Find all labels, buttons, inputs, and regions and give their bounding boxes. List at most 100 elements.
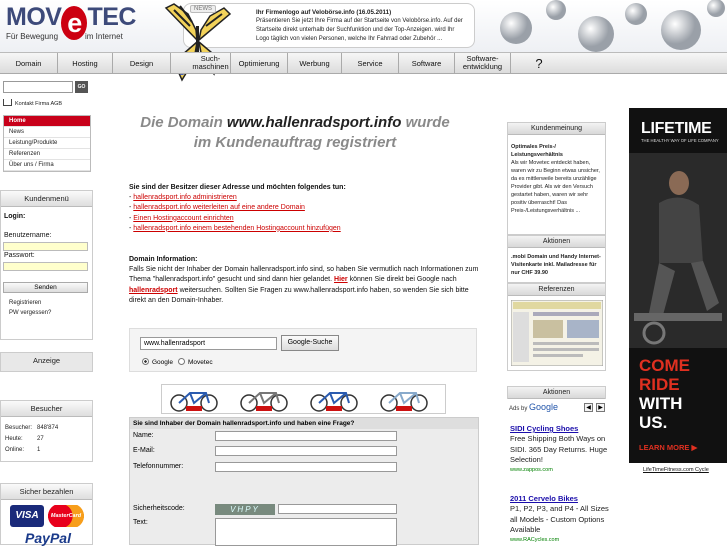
nav-werbung[interactable]: Werbung (288, 53, 342, 74)
menu-item-leistung[interactable]: Leistung/Produkte (4, 138, 90, 149)
link-hosting-einrichten[interactable]: Einen Hostingaccount einrichten (133, 215, 233, 222)
lifetime-line-1: COME (639, 356, 690, 375)
contact-form-title: Sie sind Inhaber der Domain hallenradspo… (130, 418, 478, 429)
google-search-input[interactable]: www.hallenradsport (140, 337, 277, 350)
online-value: 1 (37, 447, 41, 453)
link-administrieren[interactable]: hallenradsport.info administrieren (133, 194, 237, 201)
cyclist-photo (629, 153, 727, 348)
nav-domain[interactable]: Domain (0, 53, 58, 74)
ad-1-title[interactable]: SIDI Cycling Shoes (510, 424, 610, 434)
login-send-button[interactable]: Senden (3, 282, 88, 293)
lifetime-headline: COME RIDE WITH US. (639, 356, 690, 432)
referenzen-screenshot[interactable] (511, 300, 603, 366)
kundenmenu-title: Kundenmenü (1, 191, 92, 207)
online-label: Online: (5, 447, 25, 453)
page-headline: Die Domain www.hallenradsport.info wurde… (130, 113, 460, 153)
nav-software[interactable]: Software (399, 53, 455, 74)
nav-optimierung[interactable]: Optimierung (231, 53, 288, 74)
lifetime-logo: LIFETIME (641, 120, 712, 137)
domain-info-text-3: weitersuchen. Sollten Sie Fragen zu www.… (129, 286, 469, 304)
nav-hosting[interactable]: Hosting (58, 53, 113, 74)
site-search-go-button[interactable]: GO (75, 81, 88, 93)
email-input[interactable] (215, 446, 397, 456)
aktionen2-box: Aktionen (507, 386, 606, 399)
movetec-logo[interactable]: MOV e TEC Für Bewegung im Internet (6, 4, 136, 42)
payment-title: Sicher bezahlen (1, 484, 92, 500)
ad-prev-icon[interactable]: ◀ (584, 403, 593, 412)
aktionen2-title: Aktionen (508, 387, 605, 399)
ad-2-desc: P1, P2, P3, and P4 - All Sizes all Model… (510, 504, 609, 534)
kundenmeinung-text[interactable]: Als wir Movetec entdeckt haben, waren wi… (511, 160, 600, 214)
menu-item-referenzen[interactable]: Referenzen (4, 149, 90, 160)
decorative-spheres (500, 0, 725, 52)
logo-tagline-right: im Internet (85, 32, 123, 41)
top-links: Kontakt Firma AGB (3, 99, 62, 107)
logo-e-mark: e (61, 6, 88, 40)
message-textarea[interactable] (215, 518, 397, 546)
payment-box: Sicher bezahlen VISA MasterCard PayPal (0, 483, 93, 546)
google-ad-2[interactable]: 2011 Cervelo Bikes P1, P2, P3, and P4 - … (510, 494, 610, 544)
radio-movetec-dot[interactable] (178, 358, 185, 365)
captcha-image: VHPY (215, 504, 275, 515)
visa-logo: VISA (10, 505, 44, 527)
password-input[interactable] (3, 262, 88, 271)
bike-banner[interactable] (161, 384, 446, 414)
lifetime-fitness-ad[interactable]: LIFETIME THE HEALTHY WAY OF LIFE COMPANY… (629, 108, 727, 463)
domain-info-title: Domain Information: (129, 256, 198, 263)
name-label: Name: (133, 432, 154, 439)
contact-form: Sie sind Inhaber der Domain hallenradspo… (129, 417, 479, 546)
lifetime-line-3: WITH (639, 394, 683, 413)
lifetime-link[interactable]: LifeTimeFitness.com Cycle (643, 467, 709, 473)
cart-icon[interactable] (3, 99, 12, 106)
menu-item-home[interactable]: Home (4, 116, 90, 127)
nav-suchmaschinen[interactable]: Such-maschinen (171, 53, 231, 74)
ad-2-url[interactable]: www.RACycles.com (510, 536, 610, 544)
captcha-label: Sicherheitscode: (133, 505, 185, 512)
radio-google-dot[interactable] (142, 358, 149, 365)
nav-service[interactable]: Service (342, 53, 399, 74)
news-title[interactable]: Ihr Firmenlogo auf Velobörse.info (16.05… (256, 8, 468, 17)
google-ad-1[interactable]: SIDI Cycling Shoes Free Shipping Both Wa… (510, 424, 610, 474)
menu-item-ueber-uns[interactable]: Über uns / Firma (4, 160, 90, 171)
login-label: Login: (4, 213, 26, 220)
forgot-password-link[interactable]: PW vergessen? (9, 310, 51, 316)
heute-label: Heute: (5, 436, 23, 442)
radio-movetec[interactable]: Movetec (178, 358, 213, 366)
news-body: Präsentieren Sie jetzt Ihre Firma auf de… (256, 18, 463, 42)
site-search: GO (3, 81, 88, 93)
phone-label: Telefonnummer: (133, 463, 184, 470)
phone-input[interactable] (215, 462, 397, 472)
text-label: Text: (133, 519, 148, 526)
ads-by-google[interactable]: Ads by Google (509, 402, 558, 412)
link-hosting-hinzufuegen[interactable]: hallenradsport.info einem bestehenden Ho… (133, 225, 340, 232)
ad-next-icon[interactable]: ▶ (596, 403, 605, 412)
username-input[interactable] (3, 242, 88, 251)
name-input[interactable] (215, 431, 397, 441)
main-nav: Domain Hosting Design Such-maschinen Opt… (0, 52, 727, 74)
anzeige-title: Anzeige (1, 353, 92, 369)
headline-part-3: im Kundenauftrag registriert (193, 134, 397, 151)
register-link[interactable]: Registrieren (9, 300, 41, 306)
ad-1-url[interactable]: www.zappos.com (510, 466, 610, 474)
google-search-button[interactable]: Google-Suche (281, 335, 339, 351)
nav-suchmaschinen-label: Such-maschinen (192, 54, 229, 71)
radio-google-label: Google (152, 359, 173, 366)
hier-link[interactable]: Hier (334, 276, 348, 283)
besucher-box: Besucher Besucher: 848'874 Heute: 27 Onl… (0, 400, 93, 462)
menu-item-news[interactable]: News (4, 127, 90, 138)
site-search-input[interactable] (3, 81, 73, 93)
google-search-link[interactable]: hallenradsport (129, 287, 178, 294)
lifetime-learn-more[interactable]: LEARN MORE ▶ (639, 443, 697, 452)
radio-google[interactable]: Google (142, 358, 173, 366)
top-links-text[interactable]: Kontakt Firma AGB (15, 101, 62, 107)
link-weiterleiten[interactable]: hallenradsport.info weiterleiten auf ein… (133, 204, 305, 211)
besucher-label: Besucher: (5, 425, 33, 431)
nav-softwareentwicklung[interactable]: Software-entwicklung (455, 53, 511, 74)
paypal-logo: PayPal (25, 530, 71, 546)
nav-design[interactable]: Design (113, 53, 171, 74)
ad-2-title[interactable]: 2011 Cervelo Bikes (510, 494, 610, 504)
captcha-input[interactable] (278, 504, 397, 514)
nav-help[interactable]: ? (511, 53, 567, 74)
aktionen-text[interactable]: .mobi Domain und Handy Internet-Visitenk… (508, 248, 605, 279)
aktionen-title: Aktionen (508, 236, 605, 248)
